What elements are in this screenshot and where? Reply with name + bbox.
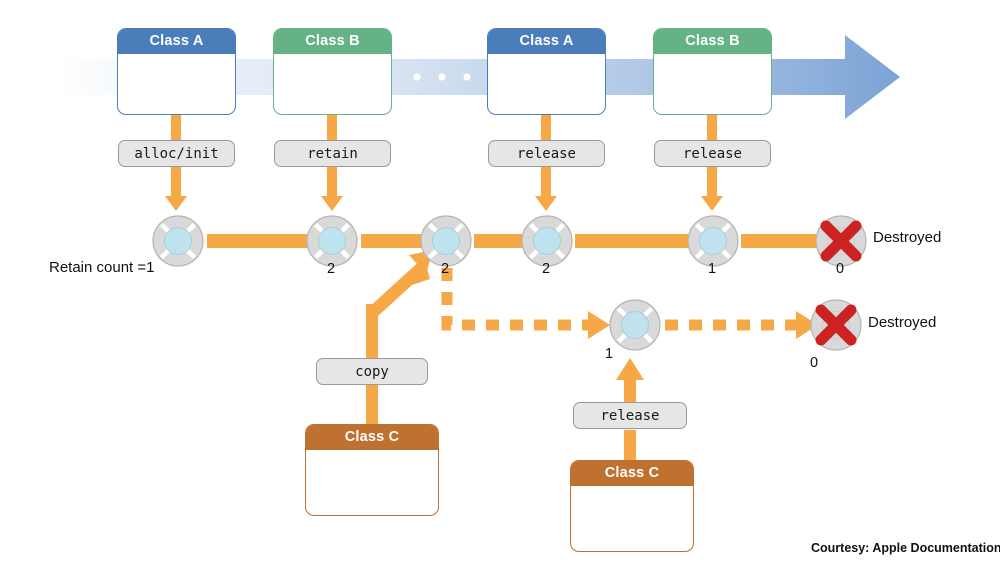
object-node-destroyed-2 xyxy=(811,300,861,350)
class-box-c-1-label: Class C xyxy=(306,425,438,450)
object-count-5: 1 xyxy=(708,261,717,277)
destroyed-label-2: Destroyed xyxy=(868,314,937,331)
object-node-destroyed-1 xyxy=(816,216,866,266)
object-node-2 xyxy=(307,216,357,266)
class-box-a-1[interactable]: Class A xyxy=(117,28,236,115)
message-connectors xyxy=(171,114,717,197)
destroyed-label-1: Destroyed xyxy=(873,229,942,246)
object-count-2: 2 xyxy=(327,261,336,277)
class-box-a-2[interactable]: Class A xyxy=(487,28,606,115)
object-node-4 xyxy=(522,216,572,266)
copy-object-count: 1 xyxy=(605,346,614,362)
class-box-c-2-label: Class C xyxy=(571,461,693,486)
object-count-4: 2 xyxy=(542,261,551,277)
object-count-destroyed-1: 0 xyxy=(836,261,845,277)
credit-label: Courtesy: Apple Documentation xyxy=(811,541,1000,555)
class-box-b-1-label: Class B xyxy=(274,29,391,54)
message-pill-retain[interactable]: retain xyxy=(274,140,391,167)
copy-branch-arrow xyxy=(366,250,433,430)
copy-object-dashed-arrowhead xyxy=(588,311,610,339)
message-arrowheads xyxy=(165,196,723,211)
class-box-a-1-label: Class A xyxy=(118,29,235,54)
class-box-b-2-label: Class B xyxy=(654,29,771,54)
message-pill-copy[interactable]: copy xyxy=(316,358,428,385)
message-pill-release-2[interactable]: release xyxy=(654,140,771,167)
retain-count-label: Retain count =1 xyxy=(49,259,155,276)
class-box-b-1[interactable]: Class B xyxy=(273,28,392,115)
message-pill-alloc-init[interactable]: alloc/init xyxy=(118,140,235,167)
class-box-c-2[interactable]: Class C xyxy=(570,460,694,552)
message-pill-release-3[interactable]: release xyxy=(573,402,687,429)
class-box-a-2-label: Class A xyxy=(488,29,605,54)
copy-object-count-destroyed: 0 xyxy=(810,355,819,371)
object-node-copy xyxy=(610,300,660,350)
class-box-b-2[interactable]: Class B xyxy=(653,28,772,115)
message-pill-release-1[interactable]: release xyxy=(488,140,605,167)
object-node-3 xyxy=(421,216,471,266)
diagram-canvas: Class A Class B Class A Class B alloc/in… xyxy=(0,0,1000,569)
class-box-c-1[interactable]: Class C xyxy=(305,424,439,516)
copy-object-dashed-path xyxy=(441,268,592,331)
object-count-3: 2 xyxy=(441,261,450,277)
object-node-1 xyxy=(153,216,203,266)
object-node-5 xyxy=(688,216,738,266)
